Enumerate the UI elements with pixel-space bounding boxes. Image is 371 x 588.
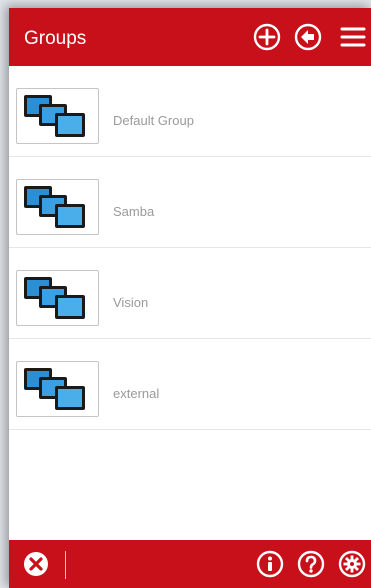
group-list-item[interactable]: Samba <box>9 157 371 248</box>
device-group-icon <box>16 361 99 417</box>
header-bar: Groups <box>9 8 371 66</box>
group-name-label: Vision <box>113 295 149 310</box>
page-title: Groups <box>24 28 87 49</box>
help-circle-icon <box>297 550 325 578</box>
plus-circle-icon <box>253 23 281 51</box>
device-group-icon <box>16 88 99 144</box>
menu-icon <box>340 27 366 47</box>
group-list: Default Group Samba Vision external <box>9 66 371 430</box>
group-name-label: external <box>113 386 160 401</box>
group-name-label: Samba <box>113 204 155 219</box>
device-group-icon <box>16 179 99 235</box>
group-list-item[interactable]: Default Group <box>9 66 371 157</box>
settings-button[interactable] <box>337 549 367 579</box>
back-arrow-circle-icon <box>294 23 322 51</box>
settings-gear-icon <box>338 550 366 578</box>
footer-bar <box>9 540 371 588</box>
group-list-item[interactable]: external <box>9 339 371 430</box>
info-circle-icon <box>256 550 284 578</box>
info-button[interactable] <box>255 549 285 579</box>
group-list-item[interactable]: Vision <box>9 248 371 339</box>
footer-divider <box>65 551 66 579</box>
menu-button[interactable] <box>338 22 368 52</box>
help-button[interactable] <box>296 549 326 579</box>
back-button[interactable] <box>293 22 323 52</box>
close-circle-icon <box>24 552 48 576</box>
add-group-button[interactable] <box>252 22 282 52</box>
group-name-label: Default Group <box>113 113 194 128</box>
app-window: Groups Default Group Samba Vision extern… <box>9 8 371 588</box>
device-group-icon <box>16 270 99 326</box>
close-button[interactable] <box>21 549 51 579</box>
